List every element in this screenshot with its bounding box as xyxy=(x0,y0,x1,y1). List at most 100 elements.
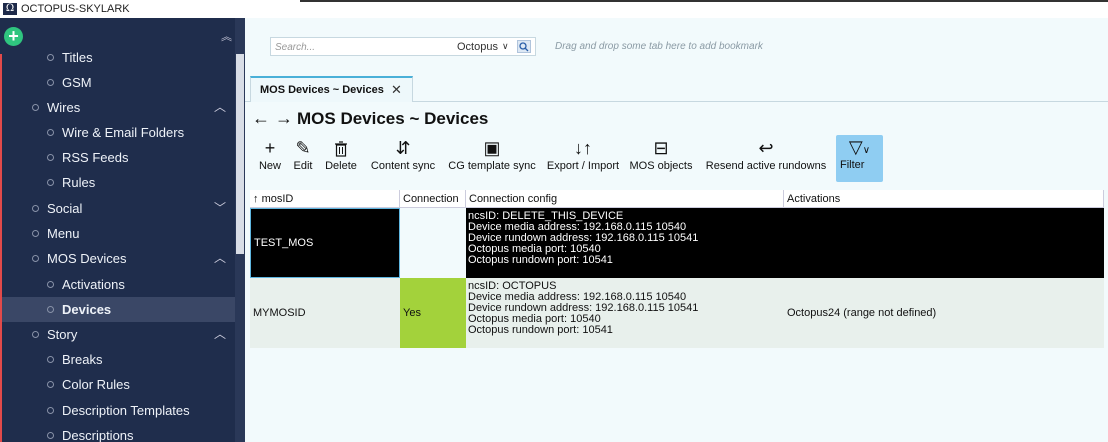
bullet-icon xyxy=(47,79,54,86)
sidebar-item-label: Wires xyxy=(47,100,81,115)
mos-objects-button[interactable]: ⊟ MOS objects xyxy=(628,136,694,182)
sidebar-item-menu[interactable]: Menu xyxy=(2,221,235,246)
sidebar-item-rules[interactable]: Rules xyxy=(2,170,235,195)
pencil-icon: ✎ xyxy=(295,138,311,158)
add-icon[interactable]: + xyxy=(4,27,23,46)
sidebar-item-label: Menu xyxy=(47,226,80,241)
button-label: CG template sync xyxy=(448,160,536,172)
bullet-icon xyxy=(32,230,39,237)
sidebar-item-gsm[interactable]: GSM xyxy=(2,70,235,95)
search-scope-select[interactable]: Octopus xyxy=(457,41,498,53)
filter-icon: ▽∨ xyxy=(836,135,883,159)
sidebar-item-activations[interactable]: Activations xyxy=(2,272,235,297)
chevron-up-icon[interactable]: ︿ xyxy=(214,246,226,271)
sidebar-item-rss-feeds[interactable]: RSS Feeds xyxy=(2,145,235,170)
sidebar-item-label: Story xyxy=(47,327,78,342)
search-icon[interactable] xyxy=(517,40,531,53)
return-arrow-icon: ↩ xyxy=(758,138,774,158)
column-header-label: Activations xyxy=(787,193,841,205)
sidebar-item-color-rules[interactable]: Color Rules xyxy=(2,372,235,397)
sidebar-item-titles[interactable]: Titles xyxy=(2,45,235,70)
column-header-mosid[interactable]: ↑ mosID xyxy=(250,190,400,208)
button-label: Delete xyxy=(325,160,357,172)
table-cell-activations[interactable] xyxy=(784,208,1104,278)
resend-rundowns-button[interactable]: ↩ Resend active rundowns xyxy=(703,136,829,182)
column-header-connection[interactable]: Connection xyxy=(400,190,466,208)
trash-icon xyxy=(322,136,360,160)
sidebar-item-descriptions[interactable]: Descriptions xyxy=(2,423,235,442)
cg-template-icon: ▣ xyxy=(483,138,501,158)
chevron-down-icon[interactable]: ∨ xyxy=(502,41,509,52)
sidebar-item-label: RSS Feeds xyxy=(62,150,129,165)
sidebar-item-label: Titles xyxy=(62,50,93,65)
chevron-up-icon[interactable]: ︿ xyxy=(214,322,226,347)
chevron-down-icon: ∨ xyxy=(862,145,871,156)
sidebar-item-label: Activations xyxy=(62,277,125,292)
column-header-connection-config[interactable]: Connection config xyxy=(466,190,784,208)
button-label: Export / Import xyxy=(546,160,620,172)
tab-mos-devices[interactable]: MOS Devices ~ Devices ✕ xyxy=(250,76,413,102)
new-button[interactable]: + New xyxy=(256,136,284,182)
bullet-icon xyxy=(47,306,54,313)
column-header-label: Connection config xyxy=(469,193,558,205)
button-label: MOS objects xyxy=(629,160,693,172)
app-title: OCTOPUS-SKYLARK xyxy=(21,3,130,15)
delete-button[interactable]: Delete xyxy=(322,136,360,182)
collapse-all-icon[interactable]: ︽ xyxy=(221,28,232,44)
sidebar-item-story[interactable]: Story ︿ xyxy=(2,322,235,347)
sidebar-item-mos-devices[interactable]: MOS Devices ︿ xyxy=(2,246,235,271)
cg-template-sync-button[interactable]: ▣ CG template sync xyxy=(446,136,538,182)
bullet-icon xyxy=(47,407,54,414)
table-cell-connection[interactable]: Yes xyxy=(400,278,466,348)
sidebar-item-devices[interactable]: Devices xyxy=(2,297,235,322)
bullet-icon xyxy=(47,179,54,186)
sidebar-item-wire-email-folders[interactable]: Wire & Email Folders xyxy=(2,120,235,145)
back-arrow-icon[interactable]: ← xyxy=(252,108,270,129)
sidebar: + ︽ Titles GSM Wires ︿ Wire & Email Fold… xyxy=(0,18,245,442)
edit-button[interactable]: ✎ Edit xyxy=(290,136,316,182)
column-header-label: Connection xyxy=(403,193,459,205)
forward-arrow-icon[interactable]: → xyxy=(275,108,293,129)
table-cell-mosid[interactable]: TEST_MOS xyxy=(250,208,400,278)
search-input[interactable] xyxy=(275,40,435,54)
close-icon[interactable]: ✕ xyxy=(391,82,402,98)
content-sync-button[interactable]: ⇵ Content sync xyxy=(369,136,437,182)
sidebar-scrollbar-thumb[interactable] xyxy=(236,54,244,254)
column-header-activations[interactable]: Activations xyxy=(784,190,1104,208)
sidebar-item-social[interactable]: Social ﹀ xyxy=(2,196,235,221)
bullet-icon xyxy=(32,255,39,262)
bullet-icon xyxy=(47,154,54,161)
sidebar-item-label: Rules xyxy=(62,175,96,190)
sidebar-item-label: Color Rules xyxy=(62,377,130,392)
chevron-down-icon[interactable]: ﹀ xyxy=(214,196,226,221)
sidebar-item-breaks[interactable]: Breaks xyxy=(2,347,235,372)
bullet-icon xyxy=(47,381,54,388)
table-cell-config[interactable]: ncsID: OCTOPUS Device media address: 192… xyxy=(466,278,784,348)
sidebar-item-description-templates[interactable]: Description Templates xyxy=(2,398,235,423)
bullet-icon xyxy=(47,356,54,363)
config-line: Octopus rundown port: 10541 xyxy=(468,254,613,266)
table-cell-mosid[interactable]: MYMOSID xyxy=(250,278,400,348)
sidebar-item-label: GSM xyxy=(62,75,92,90)
sidebar-item-wires[interactable]: Wires ︿ xyxy=(2,95,235,120)
bullet-icon xyxy=(47,129,54,136)
button-label: New xyxy=(258,160,281,172)
filter-button[interactable]: ▽∨ Filter xyxy=(836,135,883,182)
table-cell-activations[interactable]: Octopus24 (range not defined) xyxy=(784,278,1104,348)
sort-arrows-icon: ↓↑ xyxy=(574,138,592,158)
bookmark-drop-hint: Drag and drop some tab here to add bookm… xyxy=(555,41,763,52)
sidebar-item-label: Description Templates xyxy=(62,403,190,418)
bullet-icon xyxy=(32,104,39,111)
bullet-icon xyxy=(32,205,39,212)
table-cell-config[interactable]: ncsID: DELETE_THIS_DEVICE Device media a… xyxy=(466,208,784,278)
column-header-label: mosID xyxy=(261,193,294,205)
button-label: Content sync xyxy=(370,160,436,172)
sidebar-item-label: MOS Devices xyxy=(47,251,127,266)
filter-glyph: ▽ xyxy=(848,137,863,157)
sidebar-item-label: Social xyxy=(47,201,83,216)
export-import-button[interactable]: ↓↑ Export / Import xyxy=(546,136,620,182)
content-sync-icon: ⇵ xyxy=(395,138,411,158)
chevron-up-icon[interactable]: ︿ xyxy=(214,95,226,120)
page-title: MOS Devices ~ Devices xyxy=(297,109,489,128)
table-cell-connection[interactable] xyxy=(400,208,466,278)
